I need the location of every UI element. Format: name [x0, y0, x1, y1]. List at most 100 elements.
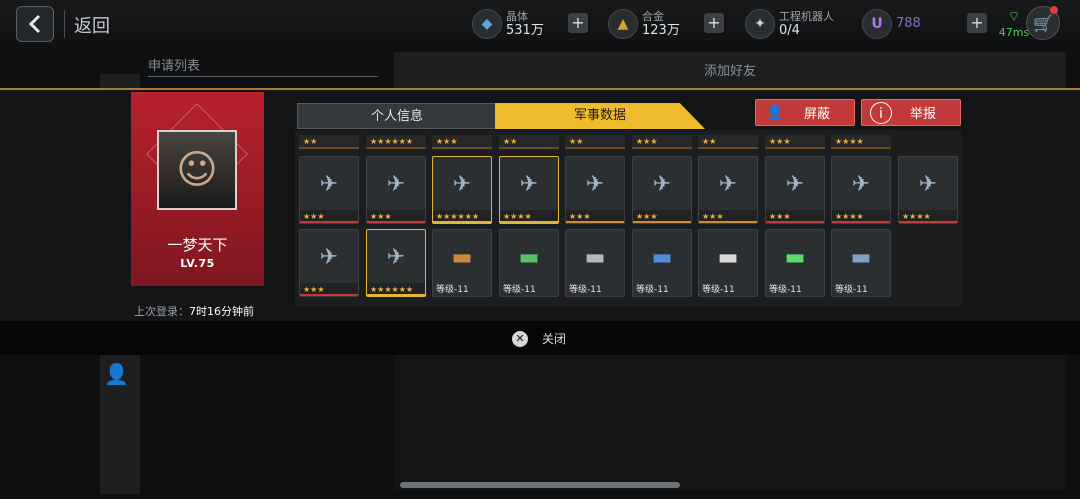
- ship-icon: ✈: [319, 245, 339, 270]
- block-user-icon: 👤: [766, 104, 784, 121]
- ship-cell[interactable]: ✈ ★★★: [632, 156, 692, 224]
- part-level: 等级-11: [636, 285, 669, 295]
- star-rating: ★★★: [566, 210, 624, 223]
- friend-list-area: [394, 355, 1066, 490]
- ship-icon: ✈: [652, 172, 672, 197]
- premium-resource[interactable]: U 788: [862, 6, 921, 42]
- weapon-part-icon: ▬: [518, 245, 540, 270]
- ship-cell[interactable]: ✈ ★★★★★★: [432, 156, 492, 224]
- robot-resource[interactable]: ✦ 工程机器人 0/4: [745, 6, 834, 42]
- tab-personal-info[interactable]: 个人信息: [297, 103, 497, 129]
- part-level: 等级-11: [702, 285, 735, 295]
- strip-item[interactable]: ★★: [698, 135, 758, 149]
- ship-icon: ✈: [319, 172, 339, 197]
- ship-cell[interactable]: ✈ ★★★: [299, 229, 359, 297]
- strip-item[interactable]: ★★: [299, 135, 359, 149]
- back-button[interactable]: [16, 6, 54, 42]
- home-indicator: [400, 482, 680, 488]
- alloy-icon: ▲: [608, 9, 638, 39]
- ship-icon: ✈: [585, 172, 605, 197]
- crystal-resource[interactable]: ◆ 晶体 531万: [472, 6, 544, 42]
- ship-cell[interactable]: ✈ ★★★: [299, 156, 359, 224]
- ship-cell[interactable]: ✈ ★★★: [698, 156, 758, 224]
- ship-cell[interactable]: ✈ ★★★★: [831, 156, 891, 224]
- strip-item[interactable]: ★★★: [632, 135, 692, 149]
- ship-cell[interactable]: ✈ ★★★★★★: [366, 229, 426, 297]
- report-button[interactable]: i 举报: [861, 99, 961, 126]
- strip-item[interactable]: ★★: [565, 135, 625, 149]
- ship-icon: ✈: [785, 172, 805, 197]
- weapon-part-cell[interactable]: ▬ 等级-11: [432, 229, 492, 297]
- blocked-user-icon[interactable]: 👤: [104, 362, 134, 392]
- alloy-resource[interactable]: ▲ 合金 123万: [608, 6, 680, 42]
- divider: [64, 10, 65, 38]
- star-rating: ★★★: [300, 283, 358, 296]
- block-button[interactable]: 👤 屏蔽: [755, 99, 855, 126]
- robot-icon: ✦: [745, 9, 775, 39]
- weapon-part-cell[interactable]: ▬ 等级-11: [765, 229, 825, 297]
- strip-item[interactable]: ★★★★: [831, 135, 891, 149]
- weapon-part-icon: ▬: [850, 245, 872, 270]
- weapon-part-cell[interactable]: ▬ 等级-11: [698, 229, 758, 297]
- ship-cell[interactable]: ✈ ★★★: [765, 156, 825, 224]
- chevron-left-icon: [28, 14, 41, 34]
- weapon-part-icon: ▬: [651, 245, 673, 270]
- weapon-part-cell[interactable]: ▬ 等级-11: [632, 229, 692, 297]
- weapon-part-icon: ▬: [784, 245, 806, 270]
- report-label: 举报: [910, 107, 937, 122]
- close-icon: ✕: [512, 330, 528, 347]
- star-rating: ★★★★: [500, 210, 558, 223]
- back-label[interactable]: 返回: [74, 12, 110, 38]
- add-premium-button[interactable]: +: [967, 13, 987, 33]
- strip-item[interactable]: ★★: [499, 135, 559, 149]
- star-rating: ★★★★★★: [433, 210, 491, 223]
- strip-item[interactable]: ★★★: [432, 135, 492, 149]
- weapon-part-cell[interactable]: ▬ 等级-11: [565, 229, 625, 297]
- ship-cell[interactable]: ✈ ★★★★: [499, 156, 559, 224]
- add-friend-button[interactable]: 添加好友: [394, 52, 1066, 92]
- part-level: 等级-11: [436, 285, 469, 295]
- last-login: 上次登录：7时16分钟前: [134, 303, 254, 319]
- star-rating: ★★★★: [899, 210, 957, 223]
- ship-icon: ✈: [918, 172, 938, 197]
- robot-value: 0/4: [779, 23, 800, 38]
- add-alloy-button[interactable]: +: [704, 13, 724, 33]
- robot-label: 工程机器人: [779, 10, 834, 23]
- info-icon: i: [870, 101, 892, 124]
- last-login-value: 7时16分钟前: [189, 305, 254, 318]
- tab-military-data[interactable]: 军事数据: [495, 103, 705, 129]
- star-rating: ★★★: [766, 210, 824, 223]
- close-label: 关闭: [542, 332, 567, 346]
- ship-icon: ✈: [851, 172, 871, 197]
- ship-cell[interactable]: ✈ ★★★: [565, 156, 625, 224]
- part-level: 等级-11: [835, 285, 868, 295]
- star-rating: ★★★★: [832, 210, 890, 223]
- player-level: LV.75: [180, 257, 215, 270]
- ship-cell[interactable]: ✈ ★★★★: [898, 156, 958, 224]
- weapon-part-icon: ▬: [717, 245, 739, 270]
- close-button[interactable]: ✕ 关闭: [512, 330, 566, 347]
- part-level: 等级-11: [569, 285, 602, 295]
- weapon-part-cell[interactable]: ▬ 等级-11: [831, 229, 891, 297]
- last-login-label: 上次登录：: [134, 305, 189, 318]
- alloy-value: 123万: [642, 23, 680, 38]
- weapon-part-icon: ▬: [584, 245, 606, 270]
- premium-value: 788: [896, 16, 921, 31]
- strip-item[interactable]: ★★★★★★: [366, 135, 426, 149]
- strip-item[interactable]: ★★★: [765, 135, 825, 149]
- star-rating: ★★★: [367, 210, 425, 223]
- part-level: 等级-11: [769, 285, 802, 295]
- apply-list-tab[interactable]: 申请列表: [148, 55, 378, 77]
- ship-icon: ✈: [386, 245, 406, 270]
- avatar: ☺: [157, 130, 237, 210]
- ship-icon: ✈: [519, 172, 539, 197]
- add-crystal-button[interactable]: +: [568, 13, 588, 33]
- crystal-icon: ◆: [472, 9, 502, 39]
- weapon-part-icon: ▬: [451, 245, 473, 270]
- premium-currency-icon: U: [862, 9, 892, 39]
- ship-cell[interactable]: ✈ ★★★: [366, 156, 426, 224]
- weapon-part-cell[interactable]: ▬ 等级-11: [499, 229, 559, 297]
- ship-icon: ✈: [718, 172, 738, 197]
- part-level: 等级-11: [503, 285, 536, 295]
- star-rating: ★★★: [300, 210, 358, 223]
